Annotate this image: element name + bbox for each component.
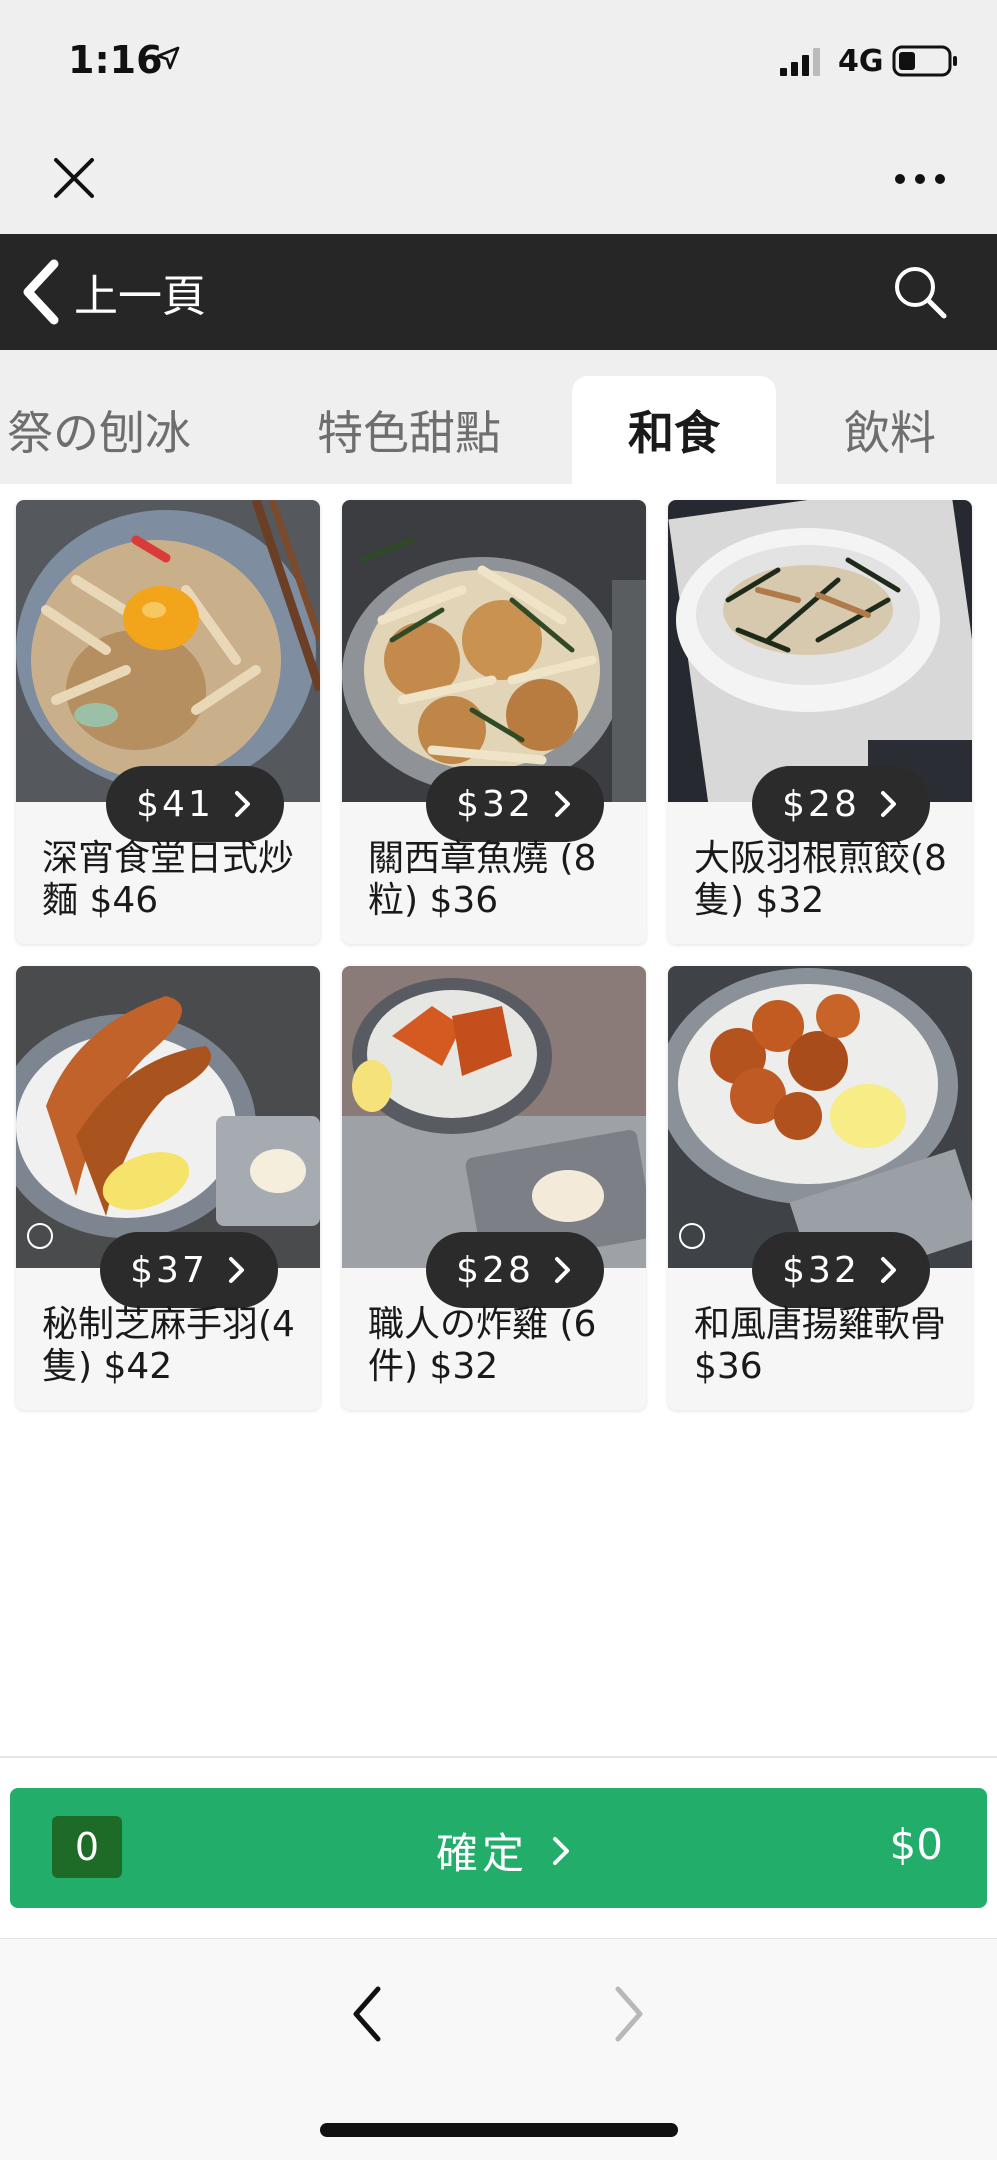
close-icon[interactable] xyxy=(50,154,98,202)
location-arrow-icon xyxy=(156,46,180,70)
price-label: $28 xyxy=(456,1249,534,1291)
tab-japanese-food[interactable]: 和食 xyxy=(572,376,776,484)
product-card[interactable]: $32 和風唐揚雞軟骨 $36 xyxy=(668,966,972,1410)
price-label: $41 xyxy=(136,783,214,825)
confirm-label: 確定 xyxy=(436,1829,529,1878)
product-name: 大阪羽根煎餃(8隻) $32 xyxy=(694,838,947,921)
price-label: $28 xyxy=(782,783,860,825)
category-tabs: 祭の刨冰 特色甜點 和食 飲料 xyxy=(0,350,997,484)
cart-quantity-badge: 0 xyxy=(52,1816,122,1878)
nav-bar: 上一頁 xyxy=(0,234,997,350)
chevron-right-icon xyxy=(228,1257,244,1283)
product-name: 深宵食堂日式炒麵 $46 xyxy=(42,838,295,921)
product-card[interactable]: $37 秘制芝麻手羽(4隻) $42 xyxy=(16,966,320,1410)
price-button[interactable]: $41 xyxy=(106,766,284,842)
product-card[interactable]: $41 深宵食堂日式炒麵 $46 xyxy=(16,500,320,944)
tab-drinks[interactable]: 飲料 xyxy=(790,376,990,484)
tab-desserts[interactable]: 特色甜點 xyxy=(304,376,514,484)
back-button[interactable]: 上一頁 xyxy=(18,256,206,328)
product-image-gyoza xyxy=(668,500,972,802)
price-label: $37 xyxy=(130,1249,208,1291)
webview-title-bar xyxy=(0,118,997,234)
product-name: 秘制芝麻手羽(4隻) $42 xyxy=(42,1304,295,1387)
status-time: 1:16 xyxy=(68,38,163,82)
network-type: 4G xyxy=(838,44,884,79)
divider xyxy=(0,1756,997,1758)
product-image-takoyaki xyxy=(342,500,646,802)
price-button[interactable]: $32 xyxy=(752,1232,930,1308)
product-image-yakisoba xyxy=(16,500,320,802)
product-image-fried-chicken xyxy=(342,966,646,1268)
browser-forward-icon[interactable] xyxy=(604,1979,654,2049)
confirm-label-group: 確定 xyxy=(436,1820,572,1881)
chevron-right-icon xyxy=(553,1836,570,1865)
back-label: 上一頁 xyxy=(74,271,206,322)
chevron-right-icon xyxy=(554,791,570,817)
battery-icon xyxy=(892,45,957,77)
confirm-button[interactable]: 0 確定 $0 xyxy=(10,1788,987,1908)
price-button[interactable]: $32 xyxy=(426,766,604,842)
cart-total: $0 xyxy=(889,1820,943,1869)
search-icon[interactable] xyxy=(890,262,950,322)
product-card[interactable]: $32 關西章魚燒 (8粒) $36 xyxy=(342,500,646,944)
product-name: 關西章魚燒 (8粒) $36 xyxy=(368,838,597,921)
status-bar: 1:16 4G xyxy=(0,0,997,118)
product-card[interactable]: $28 職人の炸雞 (6件) $32 xyxy=(342,966,646,1410)
product-image-sesame-wings xyxy=(16,966,320,1268)
product-image-chicken-cartilage xyxy=(668,966,972,1268)
price-button[interactable]: $28 xyxy=(426,1232,604,1308)
browser-back-icon[interactable] xyxy=(342,1979,392,2049)
price-label: $32 xyxy=(782,1249,860,1291)
signal-icon xyxy=(780,48,820,76)
tab-shaved-ice[interactable]: 祭の刨冰 xyxy=(0,376,204,484)
browser-toolbar xyxy=(0,1938,997,2160)
product-name: 和風唐揚雞軟骨 $36 xyxy=(694,1304,947,1387)
chevron-right-icon xyxy=(554,1257,570,1283)
product-name: 職人の炸雞 (6件) $32 xyxy=(368,1304,597,1387)
chevron-left-icon xyxy=(23,259,59,325)
chevron-right-icon xyxy=(234,791,250,817)
more-dots-icon[interactable] xyxy=(892,168,948,190)
price-button[interactable]: $37 xyxy=(100,1232,278,1308)
price-button[interactable]: $28 xyxy=(752,766,930,842)
chevron-right-icon xyxy=(880,791,896,817)
chevron-right-icon xyxy=(880,1257,896,1283)
price-label: $32 xyxy=(456,783,534,825)
home-indicator xyxy=(320,2123,678,2137)
product-card[interactable]: $28 大阪羽根煎餃(8隻) $32 xyxy=(668,500,972,944)
